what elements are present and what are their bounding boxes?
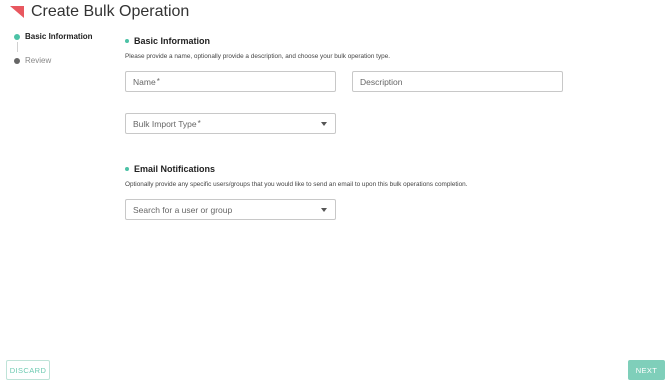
page-title: Create Bulk Operation — [31, 3, 190, 20]
section-bullet-icon — [125, 167, 129, 171]
step-label: Basic Information — [25, 32, 93, 41]
required-indicator: * — [197, 119, 201, 128]
user-group-search-select[interactable]: Search for a user or group — [125, 199, 336, 220]
email-notifications-heading: Email Notifications — [125, 164, 215, 174]
discard-button[interactable]: DISCARD — [6, 360, 50, 380]
name-input[interactable]: Name * — [125, 71, 336, 92]
email-notifications-description: Optionally provide any specific users/gr… — [125, 181, 468, 188]
step-inactive-dot-icon — [14, 57, 20, 64]
brand-logo-icon — [10, 6, 24, 18]
section-title: Email Notifications — [134, 164, 216, 174]
description-input[interactable]: Description — [352, 71, 563, 92]
next-button[interactable]: NEXT — [628, 360, 665, 380]
bulk-import-type-label: Bulk Import Type — [133, 118, 197, 129]
basic-information-heading: Basic Information — [125, 36, 210, 46]
step-basic-information[interactable]: Basic Information — [14, 32, 93, 41]
bulk-import-type-select[interactable]: Bulk Import Type * — [125, 113, 336, 134]
description-field-label: Description — [360, 76, 403, 87]
chevron-down-icon[interactable] — [321, 208, 327, 212]
create-bulk-operation-page: Create Bulk Operation Basic Information … — [0, 0, 670, 384]
step-connector — [16, 42, 18, 52]
step-label: Review — [25, 56, 52, 65]
step-review[interactable]: Review — [14, 56, 51, 65]
section-title: Basic Information — [134, 36, 211, 46]
required-indicator: * — [156, 77, 160, 86]
name-field-label: Name — [133, 76, 156, 87]
section-bullet-icon — [125, 39, 129, 43]
basic-information-description: Please provide a name, optionally provid… — [125, 53, 391, 60]
chevron-down-icon[interactable] — [321, 122, 327, 126]
search-placeholder: Search for a user or group — [133, 204, 233, 215]
step-active-dot-icon — [14, 33, 20, 40]
